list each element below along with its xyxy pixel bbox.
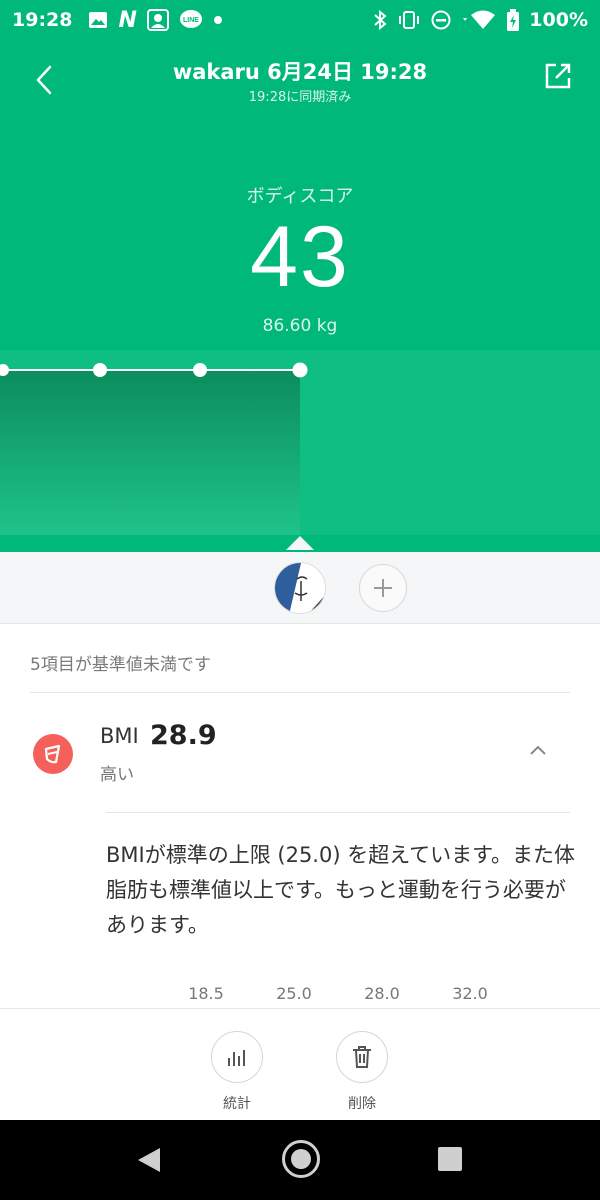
avatar-image xyxy=(275,563,325,613)
divider xyxy=(106,812,570,813)
plus-icon xyxy=(374,579,392,597)
scale-label: 32.0 xyxy=(452,984,488,1003)
score-label: ボディスコア xyxy=(246,186,354,207)
metric-status: 高い xyxy=(100,765,134,785)
share-button[interactable] xyxy=(544,62,576,94)
line-icon: LINE xyxy=(179,9,203,31)
scale-label: 18.5 xyxy=(188,984,224,1003)
trend-point[interactable] xyxy=(93,363,107,377)
dot-icon xyxy=(213,15,223,25)
stats-label: 統計 xyxy=(223,1096,251,1112)
trash-icon xyxy=(353,1046,371,1068)
vibrate-icon xyxy=(397,10,421,30)
divider xyxy=(30,692,570,693)
trend-point[interactable] xyxy=(193,363,207,377)
nav-home-icon[interactable] xyxy=(282,1140,320,1178)
bmi-icon xyxy=(33,734,73,774)
dnd-icon xyxy=(431,10,451,30)
wifi-icon xyxy=(461,10,497,30)
delete-button[interactable]: 削除 xyxy=(322,1031,402,1113)
nav-recents-icon[interactable] xyxy=(438,1147,462,1171)
bar-chart-icon xyxy=(228,1050,245,1066)
n-app-icon: N xyxy=(118,7,137,33)
delete-label: 削除 xyxy=(348,1096,376,1112)
nav-back-icon[interactable] xyxy=(136,1146,162,1174)
add-user-button[interactable] xyxy=(359,564,407,612)
share-icon xyxy=(545,63,571,89)
battery-icon xyxy=(507,9,520,31)
svg-text:LINE: LINE xyxy=(183,17,199,24)
user-avatar[interactable] xyxy=(274,562,326,614)
bluetooth-icon xyxy=(373,10,387,30)
score-header: wakaru 6月24日 19:28 19:28に同期済み ボディスコア 43 … xyxy=(0,40,600,552)
sync-status: 19:28に同期済み xyxy=(248,90,352,105)
system-nav-bar xyxy=(0,1120,600,1200)
battery-percent: 100% xyxy=(529,9,588,31)
score-trend-chart[interactable] xyxy=(0,350,600,550)
user-switcher xyxy=(0,552,600,624)
status-bar: 19:28 N LINE 100% xyxy=(0,0,600,40)
bmi-metric-row[interactable]: BMI 28.9 高い xyxy=(0,712,600,802)
stats-button[interactable]: 統計 xyxy=(197,1031,277,1113)
metric-description: BMIが標準の上限 (25.0) を超えています。また体脂肪も標準値以上です。も… xyxy=(106,843,576,937)
page-title: wakaru 6月24日 19:28 xyxy=(172,60,428,84)
stats-circle[interactable] xyxy=(211,1031,263,1083)
scale-label: 28.0 xyxy=(364,984,400,1003)
chevron-up-icon xyxy=(530,745,546,755)
bmi-scale: 18.5 25.0 28.0 32.0 xyxy=(0,984,600,1006)
chart-area xyxy=(0,370,300,535)
metric-value: 28.9 xyxy=(150,720,217,751)
metric-name: BMI xyxy=(100,724,139,748)
collapse-button[interactable] xyxy=(526,738,550,762)
bottom-action-bar: 統計 削除 xyxy=(0,1008,600,1120)
avatar-notif-icon xyxy=(146,9,169,31)
trend-point-current[interactable] xyxy=(292,362,308,378)
weight-value: 86.60 kg xyxy=(262,316,338,336)
scale-label: 25.0 xyxy=(276,984,312,1003)
delete-circle[interactable] xyxy=(336,1031,388,1083)
summary-text: 5項目が基準値未満です xyxy=(30,655,211,675)
status-time: 19:28 xyxy=(12,9,73,31)
system-icons: 100% xyxy=(373,9,588,31)
body-score: 43 xyxy=(250,209,350,305)
notification-icons: N LINE xyxy=(88,8,222,33)
image-icon xyxy=(88,11,108,29)
